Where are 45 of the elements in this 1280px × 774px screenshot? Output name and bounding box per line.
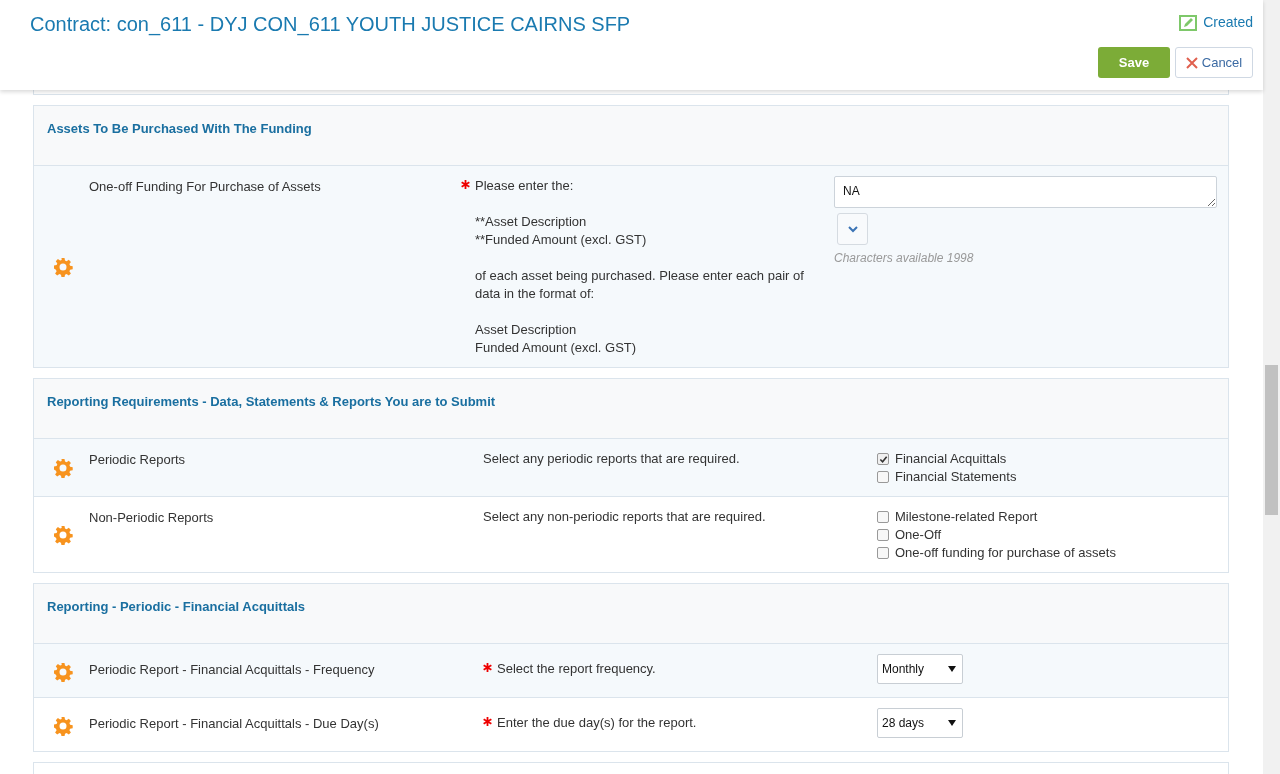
gear-icon	[52, 661, 73, 682]
text-area[interactable]: NA	[834, 176, 1217, 208]
checkbox-label: Financial Statements	[895, 468, 1017, 487]
checkbox-label: Milestone-related Report	[895, 508, 1038, 527]
field-label: Periodic Report - Financial Acquittals - Due Day(s)	[89, 716, 379, 731]
dropdown[interactable]: Monthly	[877, 654, 963, 684]
gear-icon	[52, 256, 73, 277]
checkbox[interactable]	[877, 471, 889, 483]
gear-icon	[52, 524, 73, 545]
required-icon	[483, 663, 492, 672]
chevron-down-icon	[847, 225, 858, 233]
checkbox[interactable]	[877, 453, 889, 465]
field-label: Periodic Report - Financial Acquittals - Frequency	[89, 662, 375, 677]
page-title: Contract: con_611 - DYJ CON_611 YOUTH JUSTICE CAIRNS SFP	[30, 12, 631, 38]
required-icon	[483, 717, 492, 726]
field-description: Please enter the: **Asset Description **Funded Amount (excl. GST) of each asset being purchased. Please enter each pair of data in the format of: Asset Description Funded Amount (excl. GST)	[475, 177, 805, 357]
expand-button[interactable]	[837, 213, 868, 245]
checkbox-label: One-off funding for purchase of assets	[895, 544, 1116, 563]
dropdown[interactable]: 28 days	[877, 708, 963, 738]
field-description: Select the report frequency.	[497, 660, 656, 678]
section-title: Reporting Requirements - Data, Statements & Reports You are to Submit	[47, 393, 496, 411]
field-label: One-off Funding For Purchase of Assets	[89, 179, 321, 194]
required-icon	[461, 180, 470, 189]
caret-icon	[948, 666, 956, 672]
gear-icon	[52, 457, 73, 478]
field-description: Select any periodic reports that are required.	[483, 450, 740, 468]
field-description: Select any non-periodic reports that are required.	[483, 508, 766, 526]
section-title: Assets To Be Purchased With The Funding	[47, 120, 312, 138]
close-icon	[1185, 56, 1198, 69]
checkbox-label: Financial Acquittals	[895, 450, 1007, 469]
checkbox[interactable]	[877, 547, 889, 559]
scrollbar-thumb[interactable]	[1265, 365, 1278, 515]
edit-note-icon	[1179, 14, 1198, 31]
field-description: Enter the due day(s) for the report.	[497, 714, 697, 732]
checkbox[interactable]	[877, 511, 889, 523]
character-counter: Characters available 1998	[834, 250, 974, 267]
checkbox-label: One-Off	[895, 526, 941, 545]
field-label: Periodic Reports	[89, 452, 186, 467]
cancel-button[interactable]: Cancel	[1175, 47, 1253, 78]
caret-icon	[948, 720, 956, 726]
status-label: Created	[1203, 13, 1253, 32]
section-title: Reporting - Periodic - Financial Acquittals	[47, 598, 306, 616]
field-label: Non-Periodic Reports	[89, 510, 214, 525]
checkbox[interactable]	[877, 529, 889, 541]
gear-icon	[52, 715, 73, 736]
